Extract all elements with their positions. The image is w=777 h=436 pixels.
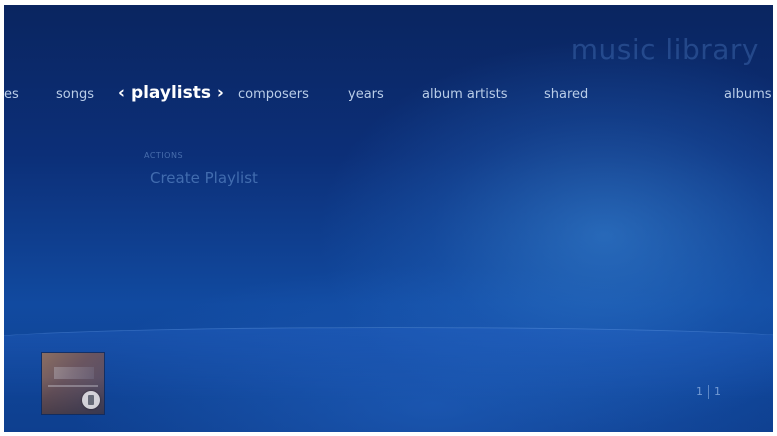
nav-item-albums[interactable]: albums: [724, 87, 772, 102]
nav-item-partial[interactable]: es: [4, 87, 19, 102]
pager-divider: [708, 385, 709, 399]
pager: 11: [696, 385, 721, 399]
media-center-screen: music library es songs ‹ playlists › com…: [4, 5, 773, 432]
category-nav: es songs ‹ playlists › composers years a…: [4, 83, 773, 107]
background-swoosh: [4, 327, 773, 432]
chevron-right-icon[interactable]: ›: [217, 83, 224, 103]
pager-total: 1: [714, 385, 721, 398]
now-playing-badge-icon: [82, 391, 100, 409]
album-art-band: [54, 367, 94, 379]
chevron-left-icon[interactable]: ‹: [118, 83, 125, 103]
nav-item-songs[interactable]: songs: [56, 87, 94, 102]
nav-item-composers[interactable]: composers: [238, 87, 309, 102]
pager-current: 1: [696, 385, 703, 398]
nav-item-playlists-label: playlists: [130, 83, 211, 103]
album-art-line: [48, 385, 98, 387]
nav-item-album-artists[interactable]: album artists: [422, 87, 508, 102]
actions-heading: ACTIONS: [144, 151, 184, 160]
page-title: music library: [570, 33, 759, 66]
nav-item-shared[interactable]: shared: [544, 87, 588, 102]
nav-item-playlists[interactable]: ‹ playlists ›: [118, 83, 224, 103]
create-playlist-action[interactable]: Create Playlist: [150, 169, 258, 187]
nav-item-years[interactable]: years: [348, 87, 384, 102]
album-art-icon[interactable]: [42, 353, 104, 414]
